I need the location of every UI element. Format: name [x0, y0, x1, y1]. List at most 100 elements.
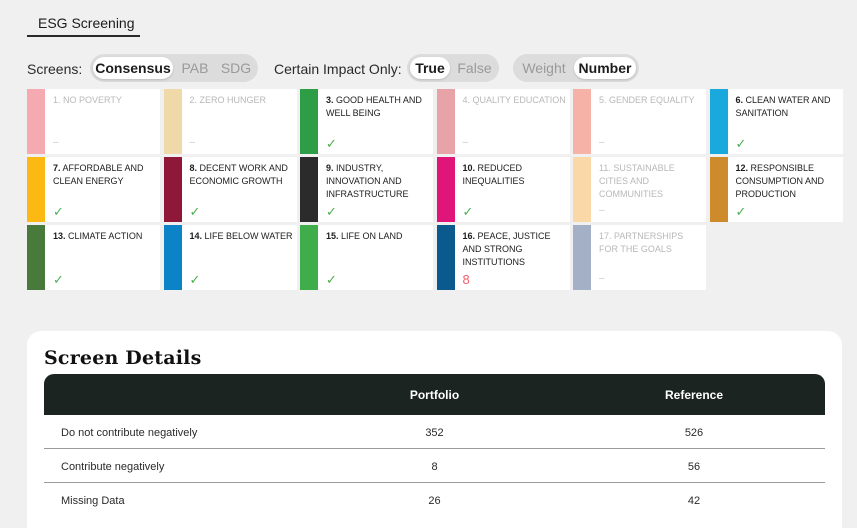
- sdg-tile[interactable]: 15. LIFE ON LAND ✓: [300, 225, 433, 290]
- sdg-title-text: CLIMATE ACTION: [65, 231, 143, 241]
- sdg-color-bar: [300, 157, 318, 222]
- check-icon: ✓: [189, 272, 201, 287]
- sdg-color-bar: [163, 89, 182, 154]
- sdg-title: 14. LIFE BELOW WATER: [190, 230, 294, 243]
- sdg-title: 5. GENDER EQUALITY: [599, 94, 703, 107]
- mode-option-weight[interactable]: Weight: [516, 57, 572, 79]
- sdg-title-text: NO POVERTY: [60, 95, 122, 105]
- sdg-title: 12. RESPONSIBLE CONSUMPTION AND PRODUCTI…: [736, 162, 840, 201]
- row-reference: 56: [687, 461, 701, 473]
- screens-option-sdg[interactable]: SDG: [216, 57, 256, 79]
- sdg-number: 11.: [599, 163, 611, 173]
- sdg-color-bar: [573, 225, 591, 290]
- sdg-title-text: PARTNERSHIPS FOR THE GOALS: [599, 231, 684, 254]
- sdg-grid: 1. NO POVERTY – 2. ZERO HUNGER – 3. GOOD HEA…: [27, 89, 847, 290]
- sdg-tile[interactable]: 2. ZERO HUNGER –: [163, 89, 297, 154]
- sdg-tile[interactable]: 17. PARTNERSHIPS FOR THE GOALS –: [573, 225, 706, 290]
- dash-icon: –: [599, 273, 605, 284]
- table-header: Portfolio Reference: [44, 374, 825, 415]
- screens-option-pab[interactable]: PAB: [176, 57, 214, 79]
- sdg-tile[interactable]: 3. GOOD HEALTH AND WELL BEING ✓: [300, 89, 433, 154]
- check-icon: ✓: [53, 272, 64, 287]
- check-icon: ✓: [462, 204, 474, 219]
- sdg-number: 14.: [189, 231, 203, 241]
- dash-icon: –: [189, 137, 196, 148]
- sdg-tile[interactable]: 5. GENDER EQUALITY –: [573, 89, 706, 154]
- sdg-title-text: INDUSTRY, INNOVATION AND INFRASTRUCTURE: [326, 163, 409, 199]
- screens-toggle: Consensus PAB SDG: [90, 54, 258, 82]
- sdg-count: 8: [462, 272, 470, 287]
- sdg-title-text: DECENT WORK AND ECONOMIC GROWTH: [189, 163, 288, 186]
- check-icon: ✓: [189, 204, 201, 219]
- sdg-title-text: AFFORDABLE AND CLEAN ENERGY: [53, 163, 144, 186]
- sdg-color-bar: [709, 157, 728, 222]
- sdg-tile[interactable]: 1. NO POVERTY –: [27, 89, 160, 154]
- sdg-number: 6.: [735, 95, 744, 105]
- sdg-tile[interactable]: 10. REDUCED INEQUALITIES ✓: [436, 157, 570, 222]
- row-label: Do not contribute negatively: [61, 427, 198, 439]
- sdg-color-bar: [27, 225, 45, 290]
- dash-icon: –: [599, 205, 605, 216]
- row-portfolio: 26: [428, 495, 441, 507]
- sdg-tile[interactable]: 8. DECENT WORK AND ECONOMIC GROWTH ✓: [163, 157, 297, 222]
- row-reference: 526: [684, 427, 704, 439]
- sdg-tile[interactable]: 6. CLEAN WATER AND SANITATION ✓: [709, 89, 843, 154]
- sdg-title-text: ZERO HUNGER: [197, 95, 267, 105]
- sdg-color-bar: [436, 157, 455, 222]
- sdg-tile[interactable]: 14. LIFE BELOW WATER ✓: [163, 225, 297, 290]
- sdg-color-bar: [436, 225, 455, 290]
- sdg-tile[interactable]: 12. RESPONSIBLE CONSUMPTION AND PRODUCTI…: [709, 157, 843, 222]
- mode-toggle: Weight Number: [513, 54, 639, 82]
- row-portfolio: 8: [431, 461, 438, 473]
- sdg-number: 13.: [53, 231, 66, 241]
- sdg-number: 2.: [189, 95, 198, 105]
- sdg-number: 15.: [326, 231, 339, 241]
- sdg-tile[interactable]: 9. INDUSTRY, INNOVATION AND INFRASTRUCTU…: [300, 157, 433, 222]
- sdg-title: 17. PARTNERSHIPS FOR THE GOALS: [599, 230, 703, 256]
- sdg-title: 16. PEACE, JUSTICE AND STRONG INSTITUTIO…: [463, 230, 567, 269]
- sdg-title: 9. INDUSTRY, INNOVATION AND INFRASTRUCTU…: [326, 162, 430, 201]
- sdg-color-bar: [163, 225, 182, 290]
- sdg-color-bar: [709, 89, 728, 154]
- sdg-tile[interactable]: 4. QUALITY EDUCATION –: [436, 89, 570, 154]
- impact-option-true[interactable]: True: [410, 57, 450, 79]
- sdg-title: 3. GOOD HEALTH AND WELL BEING: [326, 94, 430, 120]
- check-icon: ✓: [53, 204, 64, 219]
- impact-label: Certain Impact Only:: [274, 61, 402, 77]
- sdg-title: 8. DECENT WORK AND ECONOMIC GROWTH: [190, 162, 294, 188]
- row-label: Contribute negatively: [61, 461, 165, 473]
- sdg-title: 13. CLIMATE ACTION: [53, 230, 157, 243]
- sdg-tile[interactable]: 13. CLIMATE ACTION ✓: [27, 225, 160, 290]
- sdg-tile[interactable]: 7. AFFORDABLE AND CLEAN ENERGY ✓: [27, 157, 160, 222]
- sdg-tile[interactable]: 16. PEACE, JUSTICE AND STRONG INSTITUTIO…: [436, 225, 570, 290]
- sdg-number: 1.: [53, 95, 61, 105]
- sdg-number: 17.: [599, 231, 612, 241]
- check-icon: ✓: [326, 272, 337, 287]
- sdg-color-bar: [573, 89, 591, 154]
- sdg-title-text: GENDER EQUALITY: [606, 95, 695, 105]
- mode-option-number[interactable]: Number: [574, 57, 636, 79]
- impact-toggle: True False: [407, 54, 499, 82]
- sdg-tile[interactable]: 11. SUSTAINABLE CITIES AND COMMUNITIES –: [573, 157, 706, 222]
- check-icon: ✓: [326, 136, 337, 151]
- sdg-color-bar: [27, 89, 45, 154]
- sdg-title-text: QUALITY EDUCATION: [470, 95, 566, 105]
- sdg-number: 5.: [599, 95, 607, 105]
- header-portfolio: Portfolio: [409, 388, 460, 402]
- table-row: Contribute negatively 8 56: [44, 449, 825, 483]
- sdg-title: 7. AFFORDABLE AND CLEAN ENERGY: [53, 162, 157, 188]
- screens-label: Screens:: [27, 61, 83, 77]
- sdg-number: 8.: [189, 163, 198, 173]
- sdg-color-bar: [436, 89, 455, 154]
- sdg-title-text: CLEAN WATER AND SANITATION: [735, 95, 831, 118]
- screens-option-consensus[interactable]: Consensus: [93, 57, 173, 79]
- row-portfolio: 352: [425, 427, 444, 439]
- sdg-title-text: RESPONSIBLE CONSUMPTION AND PRODUCTION: [735, 163, 825, 199]
- sdg-title: 10. REDUCED INEQUALITIES: [463, 162, 567, 188]
- sdg-color-bar: [300, 89, 318, 154]
- sdg-number: 4.: [462, 95, 471, 105]
- sdg-title: 6. CLEAN WATER AND SANITATION: [736, 94, 840, 120]
- tab-esg-screening[interactable]: ESG Screening: [27, 8, 140, 37]
- row-label: Missing Data: [61, 495, 125, 507]
- impact-option-false[interactable]: False: [452, 57, 497, 79]
